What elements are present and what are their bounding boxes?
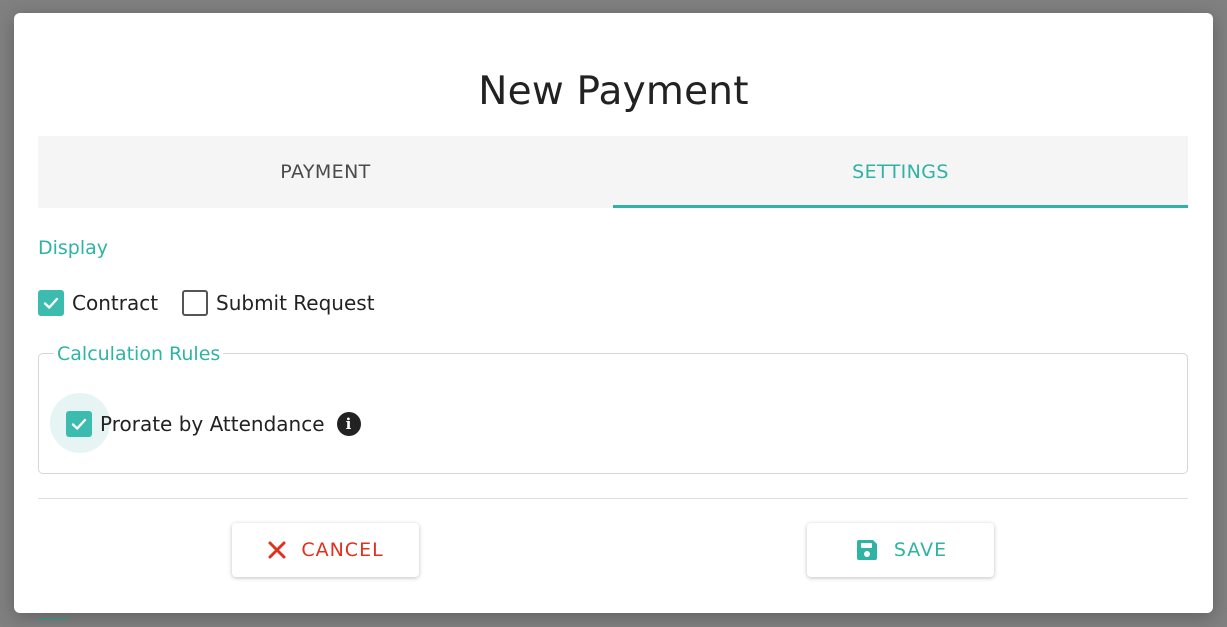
submit-request-label: Submit Request [216, 291, 375, 315]
footer-divider [38, 498, 1188, 499]
tab-settings[interactable]: SETTINGS [613, 136, 1188, 208]
calculation-rules-legend: Calculation Rules [54, 343, 224, 365]
submit-request-checkbox[interactable] [182, 290, 208, 316]
save-button[interactable]: SAVE [807, 523, 994, 577]
tab-payment[interactable]: PAYMENT [38, 136, 613, 208]
contract-label: Contract [72, 291, 159, 315]
cancel-button-label: CANCEL [301, 539, 384, 561]
checkmark-icon [71, 418, 87, 430]
contract-checkbox-row[interactable]: Contract [38, 290, 158, 316]
dialog-title: New Payment [478, 69, 749, 114]
new-payment-dialog: New Payment PAYMENT SETTINGS Display Con… [14, 13, 1213, 613]
tab-bar: PAYMENT SETTINGS [38, 136, 1188, 208]
info-circle-icon[interactable]: i [336, 412, 361, 436]
prorate-by-attendance-checkbox[interactable] [66, 411, 92, 437]
close-icon [267, 540, 287, 560]
save-button-label: SAVE [893, 539, 948, 561]
display-section-label: Display [38, 237, 109, 259]
contract-checkbox[interactable] [38, 290, 64, 316]
submit-request-checkbox-row[interactable]: Submit Request [182, 290, 375, 316]
cancel-button[interactable]: CANCEL [232, 523, 419, 577]
prorate-by-attendance-label: Prorate by Attendance [100, 412, 325, 436]
checkmark-icon [43, 297, 59, 309]
background-content-fragment [38, 618, 68, 627]
floppy-disk-icon [854, 537, 880, 563]
prorate-checkbox-row[interactable]: Prorate by Attendance i [66, 411, 361, 437]
